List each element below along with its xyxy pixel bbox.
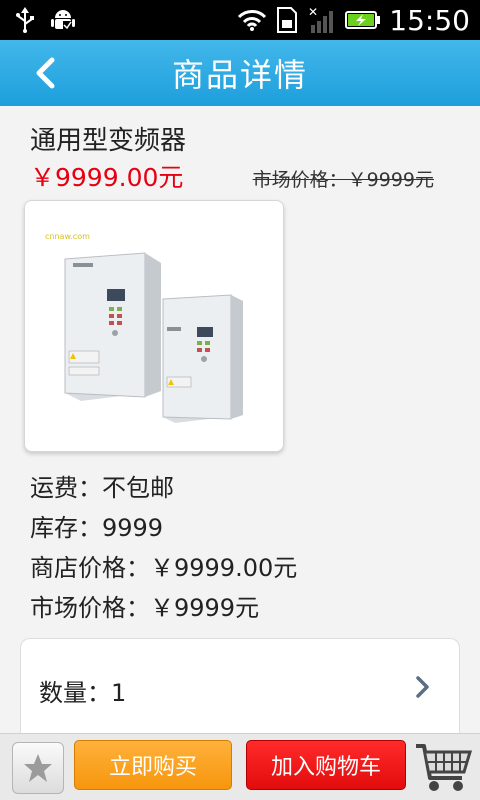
quantity-label: 数量：1 — [39, 679, 127, 707]
title-bar: 商品详情 — [0, 40, 480, 106]
quantity-selector[interactable]: 数量：1 — [20, 638, 460, 733]
page-title: 商品详情 — [171, 56, 308, 94]
android-icon — [50, 7, 76, 33]
market-price-struck: 市场价格：￥9999元 — [252, 169, 434, 191]
product-image[interactable]: cnnaw.com — [24, 200, 284, 452]
product-detail-content[interactable]: 通用型变频器 ￥9999.00元 市场价格：￥9999元 cnnaw.com 运… — [0, 106, 480, 733]
usb-icon — [14, 7, 36, 33]
back-button[interactable] — [20, 48, 70, 98]
chevron-left-icon — [36, 57, 55, 89]
market-price-info: 市场价格：￥9999元 — [30, 594, 260, 622]
status-bar: ✕ 15:50 — [0, 0, 480, 40]
shopping-cart-icon[interactable] — [414, 738, 474, 796]
chevron-right-icon — [416, 676, 429, 698]
star-icon — [24, 754, 52, 782]
status-time: 15:50 — [389, 3, 470, 37]
buy-now-button[interactable]: 立即购买 — [74, 740, 232, 790]
favorite-button[interactable] — [12, 742, 64, 794]
sd-card-icon — [275, 6, 299, 34]
bottom-action-bar: 立即购买 加入购物车 — [0, 733, 480, 800]
no-signal-icon: ✕ — [307, 5, 337, 35]
wifi-icon — [237, 8, 267, 32]
price-row: ￥9999.00元 市场价格：￥9999元 — [30, 158, 450, 194]
add-to-cart-button[interactable]: 加入购物车 — [246, 740, 406, 790]
svg-text:cnnaw.com: cnnaw.com — [45, 232, 90, 241]
product-price: ￥9999.00元 — [30, 163, 184, 192]
store-price-info: 商店价格：￥9999.00元 — [30, 554, 298, 582]
inverter-product-image: cnnaw.com — [25, 201, 283, 451]
svg-text:✕: ✕ — [308, 5, 318, 19]
battery-charging-icon — [345, 10, 381, 30]
stock-info: 库存：9999 — [30, 514, 164, 542]
shipping-info: 运费：不包邮 — [30, 474, 174, 502]
product-name: 通用型变频器 — [30, 126, 187, 156]
